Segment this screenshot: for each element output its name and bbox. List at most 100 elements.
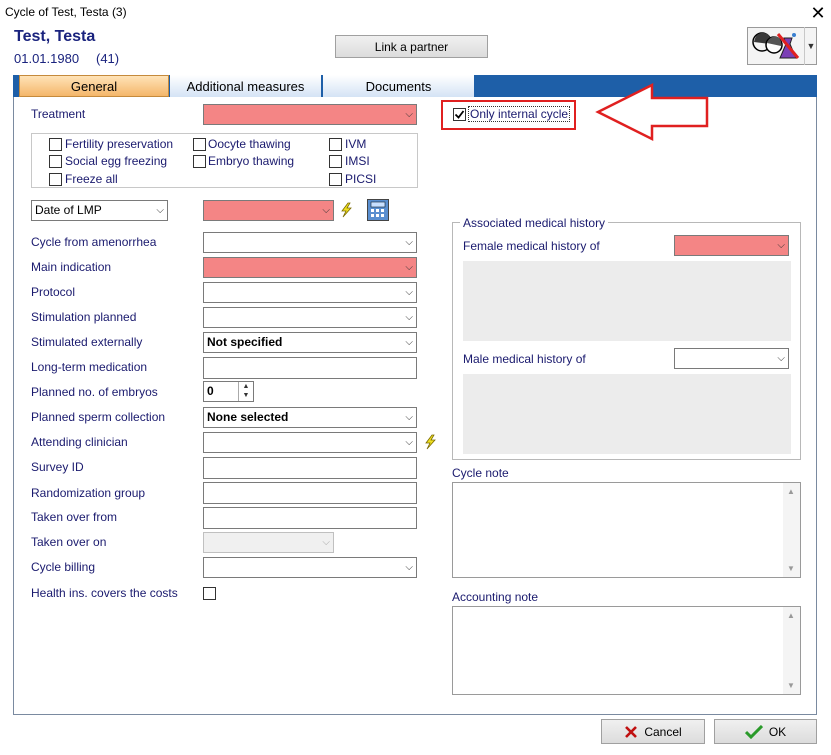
patient-dob: 01.01.1980: [14, 51, 80, 66]
stimulation-planned-select[interactable]: ⌵: [203, 307, 417, 328]
chevron-down-icon: ⌵: [405, 412, 413, 423]
ivm-checkbox[interactable]: [329, 138, 342, 151]
planned-embryos-label: Planned no. of embryos: [31, 385, 158, 399]
chevron-down-icon[interactable]: ▼: [804, 27, 817, 65]
calculator-icon[interactable]: [367, 199, 389, 221]
protocol-select[interactable]: ⌵: [203, 282, 417, 303]
main-indication-select[interactable]: ⌵: [203, 257, 417, 278]
survey-id-label: Survey ID: [31, 460, 84, 474]
main-indication-label: Main indication: [31, 260, 112, 274]
tab-general[interactable]: General: [19, 75, 169, 97]
planned-sperm-label: Planned sperm collection: [31, 410, 166, 424]
chevron-down-icon: ⌵: [405, 109, 413, 120]
stimulation-planned-label: Stimulation planned: [31, 310, 137, 324]
taken-over-from-input[interactable]: [203, 507, 417, 529]
couple-lab-icon: [752, 32, 800, 59]
survey-id-input[interactable]: [203, 457, 417, 479]
chevron-down-icon: ⌵: [405, 262, 413, 273]
male-history-label: Male medical history of: [463, 352, 586, 366]
scrollbar[interactable]: ▲ ▼: [783, 483, 800, 577]
chevron-down-icon: ⌵: [405, 437, 413, 448]
fertility-preservation-label: Fertility preservation: [65, 137, 174, 151]
close-icon[interactable]: ✕: [805, 0, 831, 26]
tab-documents[interactable]: Documents: [323, 75, 475, 97]
female-history-select[interactable]: ⌵: [674, 235, 789, 256]
oocyte-thawing-label: Oocyte thawing: [208, 137, 291, 151]
randomization-group-label: Randomization group: [31, 486, 146, 500]
chevron-down-icon: ⌵: [777, 353, 785, 364]
link-partner-button[interactable]: Link a partner: [335, 35, 488, 58]
ivm-label: IVM: [345, 137, 367, 151]
accounting-note-label: Accounting note: [452, 590, 539, 604]
cancel-button[interactable]: Cancel: [601, 719, 705, 744]
accounting-note-textarea[interactable]: ▲ ▼: [452, 606, 801, 695]
check-icon: [744, 724, 763, 739]
attending-clinician-select[interactable]: ⌵: [203, 432, 417, 453]
patient-cycle-number: (41): [96, 51, 120, 66]
spin-arrows-icon[interactable]: ▲ ▼: [238, 382, 253, 401]
embryo-thawing-label: Embryo thawing: [208, 154, 295, 168]
chevron-down-icon: ⌵: [405, 312, 413, 323]
ok-button[interactable]: OK: [714, 719, 817, 744]
planned-embryos-value: 0: [207, 384, 214, 398]
taken-over-from-label: Taken over from: [31, 510, 118, 524]
chevron-down-icon: ⌵: [322, 537, 330, 548]
ok-label: OK: [768, 724, 787, 739]
cycle-note-label: Cycle note: [452, 466, 509, 480]
patient-name: Test, Testa: [14, 28, 96, 45]
freeze-all-label: Freeze all: [65, 172, 118, 186]
chevron-down-icon: ⌵: [405, 287, 413, 298]
fertility-preservation-checkbox[interactable]: [49, 138, 62, 151]
chevron-down-icon: ⌵: [777, 240, 785, 251]
male-history-list[interactable]: [463, 374, 791, 454]
health-ins-checkbox[interactable]: [203, 587, 216, 600]
tab-additional-measures[interactable]: Additional measures: [170, 75, 322, 97]
attending-clinician-label: Attending clinician: [31, 435, 128, 449]
lightning-icon[interactable]: [422, 434, 438, 450]
planned-sperm-value: None selected: [207, 410, 289, 424]
embryo-thawing-checkbox[interactable]: [193, 155, 206, 168]
oocyte-thawing-checkbox[interactable]: [193, 138, 206, 151]
cancel-label: Cancel: [644, 724, 682, 739]
stimulated-externally-label: Stimulated externally: [31, 335, 143, 349]
imsi-checkbox[interactable]: [329, 155, 342, 168]
annotation-highlight-box: [441, 100, 576, 130]
stimulated-externally-select[interactable]: Not specified ⌵: [203, 332, 417, 353]
imsi-label: IMSI: [345, 154, 370, 168]
chevron-down-icon: ⌵: [405, 237, 413, 248]
lightning-icon[interactable]: [338, 202, 354, 218]
protocol-label: Protocol: [31, 285, 76, 299]
planned-embryos-stepper[interactable]: 0 ▲ ▼: [203, 381, 254, 402]
female-history-label: Female medical history of: [463, 239, 600, 253]
window-title: Cycle of Test, Testa (3): [5, 5, 127, 19]
randomization-group-input[interactable]: [203, 482, 417, 504]
planned-sperm-select[interactable]: None selected ⌵: [203, 407, 417, 428]
cycle-from-amenorrhea-select[interactable]: ⌵: [203, 232, 417, 253]
taken-over-on-label: Taken over on: [31, 535, 107, 549]
cycle-billing-select[interactable]: ⌵: [203, 557, 417, 578]
associated-history-legend: Associated medical history: [460, 216, 609, 230]
cycle-note-textarea[interactable]: ▲ ▼: [452, 482, 801, 578]
picsi-checkbox[interactable]: [329, 173, 342, 186]
cycle-billing-label: Cycle billing: [31, 560, 96, 574]
social-egg-freezing-checkbox[interactable]: [49, 155, 62, 168]
chevron-down-icon: ⌵: [322, 205, 330, 216]
female-history-list[interactable]: [463, 261, 791, 341]
cancel-icon: [625, 725, 638, 738]
date-type-select[interactable]: Date of LMP ⌵: [31, 200, 168, 221]
chevron-down-icon: ⌵: [156, 205, 164, 216]
male-history-select[interactable]: ⌵: [674, 348, 789, 369]
date-type-value: Date of LMP: [35, 203, 102, 217]
annotation-arrow-icon: [595, 82, 709, 142]
freeze-all-checkbox[interactable]: [49, 173, 62, 186]
social-egg-freezing-label: Social egg freezing: [65, 154, 168, 168]
health-ins-label: Health ins. covers the costs: [31, 586, 178, 600]
treatment-select[interactable]: ⌵: [203, 104, 417, 125]
treatment-label: Treatment: [31, 107, 86, 121]
chevron-down-icon: ⌵: [405, 337, 413, 348]
long-term-medication-input[interactable]: [203, 357, 417, 379]
scrollbar[interactable]: ▲ ▼: [783, 607, 800, 694]
date-lmp-picker[interactable]: ⌵: [203, 200, 334, 221]
taken-over-on-picker: ⌵: [203, 532, 334, 553]
cycle-from-amenorrhea-label: Cycle from amenorrhea: [31, 235, 157, 249]
